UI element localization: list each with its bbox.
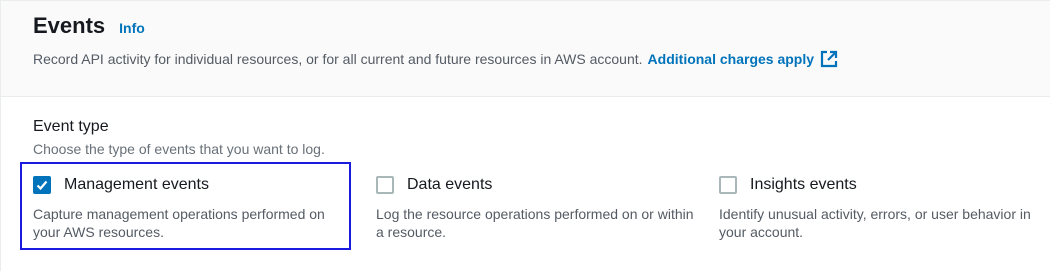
management-events-description: Capture management operations performed … xyxy=(33,206,325,240)
management-events-label: Management events xyxy=(64,176,209,193)
external-link-icon xyxy=(820,50,838,68)
insights-events-description: Identify unusual activity, errors, or us… xyxy=(719,206,1031,240)
events-panel: Events Info Record API activity for indi… xyxy=(0,0,1050,271)
additional-charges-link[interactable]: Additional charges apply xyxy=(648,50,838,68)
additional-charges-label: Additional charges apply xyxy=(647,51,815,67)
data-events-option[interactable]: Data events Log the resource operations … xyxy=(376,165,706,241)
management-events-option[interactable]: Management events Capture management ope… xyxy=(33,165,363,241)
section-description: Record API activity for individual resou… xyxy=(33,50,838,68)
event-type-description: Choose the type of events that you want … xyxy=(33,141,325,157)
section-title: Events xyxy=(33,13,106,38)
insights-events-option[interactable]: Insights events Identify unusual activit… xyxy=(719,165,1049,241)
checkmark-icon xyxy=(36,180,48,191)
management-events-checkbox[interactable] xyxy=(33,176,51,194)
events-header: Events Info Record API activity for indi… xyxy=(1,1,1050,97)
insights-events-checkbox[interactable] xyxy=(719,176,737,194)
title-row: Events Info xyxy=(33,13,145,39)
event-type-label: Event type xyxy=(33,118,109,135)
section-description-text: Record API activity for individual resou… xyxy=(33,51,643,67)
data-events-checkbox[interactable] xyxy=(376,176,394,194)
insights-events-label: Insights events xyxy=(750,176,857,193)
data-events-description: Log the resource operations performed on… xyxy=(376,206,694,240)
data-events-label: Data events xyxy=(407,176,493,193)
info-link[interactable]: Info xyxy=(119,20,145,36)
